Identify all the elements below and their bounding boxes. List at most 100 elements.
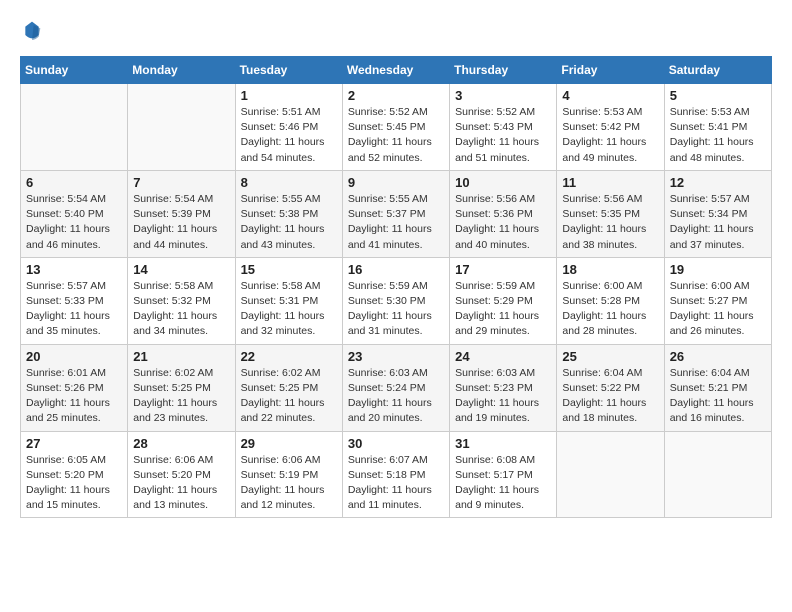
calendar-cell: 13 Sunrise: 5:57 AMSunset: 5:33 PMDayligh…	[21, 257, 128, 344]
day-info: Sunrise: 6:06 AMSunset: 5:19 PMDaylight:…	[241, 453, 337, 514]
calendar-cell: 26 Sunrise: 6:04 AMSunset: 5:21 PMDayligh…	[664, 344, 771, 431]
day-number: 14	[133, 262, 229, 277]
calendar-cell: 22Sunrise: 6:02 AMSunset: 5:25 PMDayligh…	[235, 344, 342, 431]
day-number: 25	[562, 349, 658, 364]
header-day: Saturday	[664, 57, 771, 84]
calendar-cell: 31 Sunrise: 6:08 AMSunset: 5:17 PMDayligh…	[450, 431, 557, 518]
calendar-cell: 6 Sunrise: 5:54 AMSunset: 5:40 PMDaylight…	[21, 170, 128, 257]
calendar-cell: 8Sunrise: 5:55 AMSunset: 5:38 PMDaylight…	[235, 170, 342, 257]
day-info: Sunrise: 6:02 AMSunset: 5:25 PMDaylight:…	[241, 366, 337, 427]
day-number: 12	[670, 175, 766, 190]
calendar-header: SundayMondayTuesdayWednesdayThursdayFrid…	[21, 57, 772, 84]
header-day: Monday	[128, 57, 235, 84]
day-info: Sunrise: 5:52 AMSunset: 5:43 PMDaylight:…	[455, 105, 551, 166]
day-number: 27	[26, 436, 122, 451]
day-number: 7	[133, 175, 229, 190]
day-number: 18	[562, 262, 658, 277]
day-info: Sunrise: 5:56 AMSunset: 5:36 PMDaylight:…	[455, 192, 551, 253]
calendar-cell: 1 Sunrise: 5:51 AMSunset: 5:46 PMDaylight…	[235, 84, 342, 171]
day-number: 23	[348, 349, 444, 364]
day-info: Sunrise: 6:02 AMSunset: 5:25 PMDaylight:…	[133, 366, 229, 427]
header-row: SundayMondayTuesdayWednesdayThursdayFrid…	[21, 57, 772, 84]
day-number: 6	[26, 175, 122, 190]
calendar-week-row: 6 Sunrise: 5:54 AMSunset: 5:40 PMDaylight…	[21, 170, 772, 257]
day-info: Sunrise: 6:05 AMSunset: 5:20 PMDaylight:…	[26, 453, 122, 514]
header-day: Wednesday	[342, 57, 449, 84]
calendar-cell: 12 Sunrise: 5:57 AMSunset: 5:34 PMDayligh…	[664, 170, 771, 257]
calendar-cell: 2 Sunrise: 5:52 AMSunset: 5:45 PMDaylight…	[342, 84, 449, 171]
calendar-cell: 10 Sunrise: 5:56 AMSunset: 5:36 PMDayligh…	[450, 170, 557, 257]
day-number: 9	[348, 175, 444, 190]
day-info: Sunrise: 5:56 AMSunset: 5:35 PMDaylight:…	[562, 192, 658, 253]
day-number: 1	[241, 88, 337, 103]
day-number: 13	[26, 262, 122, 277]
day-info: Sunrise: 5:54 AMSunset: 5:40 PMDaylight:…	[26, 192, 122, 253]
calendar-body: 1 Sunrise: 5:51 AMSunset: 5:46 PMDaylight…	[21, 84, 772, 518]
header-day: Friday	[557, 57, 664, 84]
calendar-cell	[21, 84, 128, 171]
calendar-cell: 5Sunrise: 5:53 AMSunset: 5:41 PMDaylight…	[664, 84, 771, 171]
calendar-cell: 14 Sunrise: 5:58 AMSunset: 5:32 PMDayligh…	[128, 257, 235, 344]
day-info: Sunrise: 6:04 AMSunset: 5:21 PMDaylight:…	[670, 366, 766, 427]
day-number: 16	[348, 262, 444, 277]
calendar-cell: 21 Sunrise: 6:02 AMSunset: 5:25 PMDayligh…	[128, 344, 235, 431]
calendar-cell: 25 Sunrise: 6:04 AMSunset: 5:22 PMDayligh…	[557, 344, 664, 431]
day-info: Sunrise: 5:57 AMSunset: 5:34 PMDaylight:…	[670, 192, 766, 253]
day-info: Sunrise: 5:57 AMSunset: 5:33 PMDaylight:…	[26, 279, 122, 340]
calendar-cell: 18 Sunrise: 6:00 AMSunset: 5:28 PMDayligh…	[557, 257, 664, 344]
day-info: Sunrise: 5:51 AMSunset: 5:46 PMDaylight:…	[241, 105, 337, 166]
day-number: 4	[562, 88, 658, 103]
calendar-cell: 19 Sunrise: 6:00 AMSunset: 5:27 PMDayligh…	[664, 257, 771, 344]
calendar-cell: 28 Sunrise: 6:06 AMSunset: 5:20 PMDayligh…	[128, 431, 235, 518]
day-number: 26	[670, 349, 766, 364]
day-info: Sunrise: 6:00 AMSunset: 5:27 PMDaylight:…	[670, 279, 766, 340]
day-info: Sunrise: 5:54 AMSunset: 5:39 PMDaylight:…	[133, 192, 229, 253]
day-number: 17	[455, 262, 551, 277]
day-number: 15	[241, 262, 337, 277]
day-number: 20	[26, 349, 122, 364]
day-number: 5	[670, 88, 766, 103]
day-number: 10	[455, 175, 551, 190]
day-info: Sunrise: 6:03 AMSunset: 5:23 PMDaylight:…	[455, 366, 551, 427]
day-info: Sunrise: 6:04 AMSunset: 5:22 PMDaylight:…	[562, 366, 658, 427]
calendar-cell: 9 Sunrise: 5:55 AMSunset: 5:37 PMDaylight…	[342, 170, 449, 257]
day-info: Sunrise: 5:59 AMSunset: 5:29 PMDaylight:…	[455, 279, 551, 340]
day-number: 24	[455, 349, 551, 364]
day-info: Sunrise: 5:53 AMSunset: 5:42 PMDaylight:…	[562, 105, 658, 166]
day-info: Sunrise: 5:55 AMSunset: 5:37 PMDaylight:…	[348, 192, 444, 253]
day-info: Sunrise: 5:52 AMSunset: 5:45 PMDaylight:…	[348, 105, 444, 166]
calendar-cell: 17 Sunrise: 5:59 AMSunset: 5:29 PMDayligh…	[450, 257, 557, 344]
calendar-cell: 30Sunrise: 6:07 AMSunset: 5:18 PMDayligh…	[342, 431, 449, 518]
day-info: Sunrise: 5:59 AMSunset: 5:30 PMDaylight:…	[348, 279, 444, 340]
day-info: Sunrise: 6:08 AMSunset: 5:17 PMDaylight:…	[455, 453, 551, 514]
day-number: 31	[455, 436, 551, 451]
day-number: 2	[348, 88, 444, 103]
day-number: 19	[670, 262, 766, 277]
day-number: 11	[562, 175, 658, 190]
calendar-cell: 11 Sunrise: 5:56 AMSunset: 5:35 PMDayligh…	[557, 170, 664, 257]
day-info: Sunrise: 6:00 AMSunset: 5:28 PMDaylight:…	[562, 279, 658, 340]
calendar-cell: 24 Sunrise: 6:03 AMSunset: 5:23 PMDayligh…	[450, 344, 557, 431]
header-day: Thursday	[450, 57, 557, 84]
calendar-cell	[557, 431, 664, 518]
calendar-cell: 16 Sunrise: 5:59 AMSunset: 5:30 PMDayligh…	[342, 257, 449, 344]
calendar-cell: 3 Sunrise: 5:52 AMSunset: 5:43 PMDaylight…	[450, 84, 557, 171]
calendar-cell: 27 Sunrise: 6:05 AMSunset: 5:20 PMDayligh…	[21, 431, 128, 518]
day-number: 29	[241, 436, 337, 451]
header-day: Sunday	[21, 57, 128, 84]
calendar-week-row: 1 Sunrise: 5:51 AMSunset: 5:46 PMDaylight…	[21, 84, 772, 171]
calendar-week-row: 13 Sunrise: 5:57 AMSunset: 5:33 PMDayligh…	[21, 257, 772, 344]
day-number: 3	[455, 88, 551, 103]
calendar-cell: 23Sunrise: 6:03 AMSunset: 5:24 PMDayligh…	[342, 344, 449, 431]
calendar-cell: 4 Sunrise: 5:53 AMSunset: 5:42 PMDaylight…	[557, 84, 664, 171]
calendar-table: SundayMondayTuesdayWednesdayThursdayFrid…	[20, 56, 772, 518]
day-info: Sunrise: 6:06 AMSunset: 5:20 PMDaylight:…	[133, 453, 229, 514]
day-info: Sunrise: 5:58 AMSunset: 5:32 PMDaylight:…	[133, 279, 229, 340]
day-info: Sunrise: 6:01 AMSunset: 5:26 PMDaylight:…	[26, 366, 122, 427]
calendar-cell	[128, 84, 235, 171]
day-number: 21	[133, 349, 229, 364]
calendar-week-row: 20 Sunrise: 6:01 AMSunset: 5:26 PMDayligh…	[21, 344, 772, 431]
logo-icon	[22, 20, 42, 40]
day-number: 28	[133, 436, 229, 451]
page-header	[20, 20, 772, 40]
